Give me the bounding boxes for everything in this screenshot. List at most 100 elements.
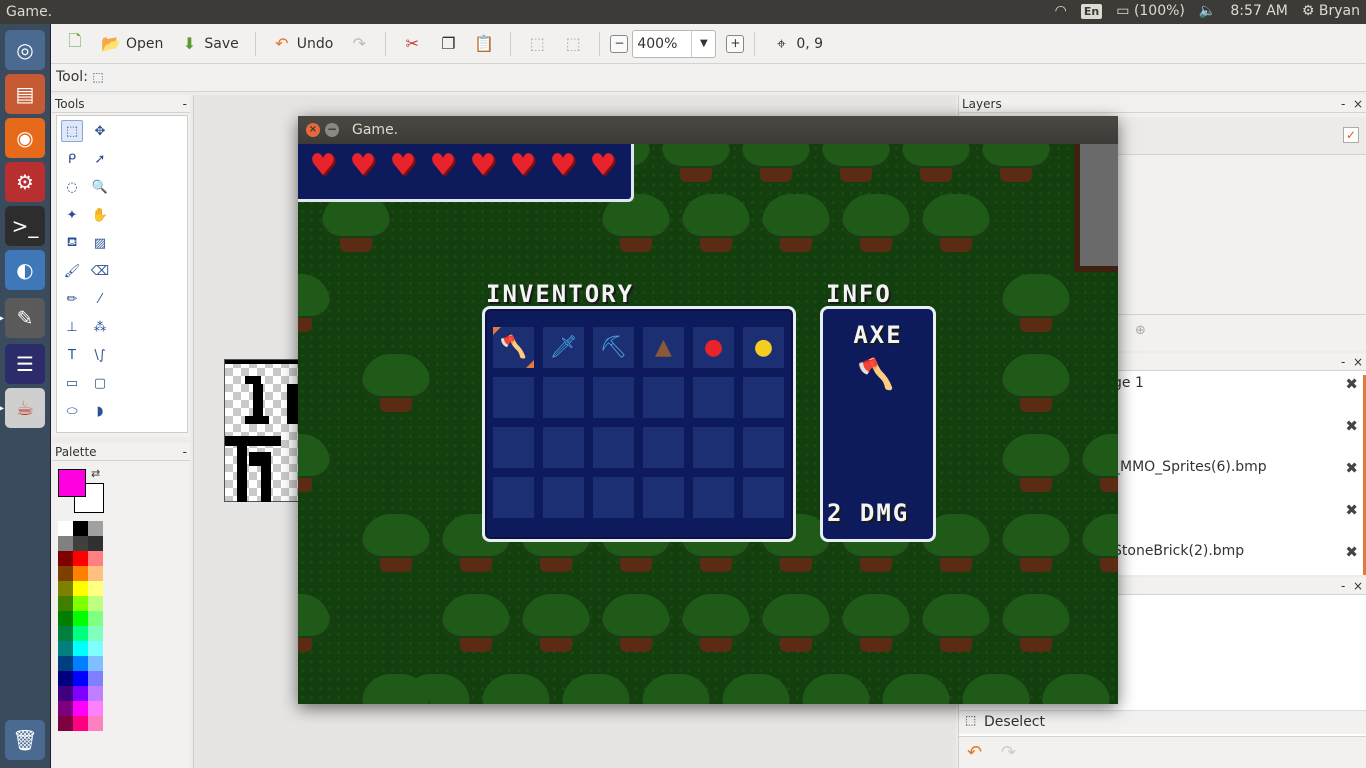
zoom-out-button[interactable]: − <box>610 34 629 53</box>
palette-color-swatch[interactable] <box>73 536 88 551</box>
inventory-slot[interactable] <box>493 427 534 468</box>
inventory-slot[interactable]: ▲ <box>643 327 684 368</box>
chevron-down-icon[interactable]: ▼ <box>691 30 715 57</box>
volume-icon[interactable]: 🔈 <box>1199 3 1216 19</box>
palette-color-swatch[interactable] <box>58 701 73 716</box>
palette-color-swatch[interactable] <box>73 686 88 701</box>
clone-stamp-tool-icon[interactable]: ⊥ <box>61 316 83 338</box>
palette-color-swatch[interactable] <box>88 671 103 686</box>
close-image-icon[interactable]: ✖ <box>1345 501 1358 519</box>
palette-color-swatch[interactable] <box>73 596 88 611</box>
ubuntu-logo-icon[interactable]: ◎ <box>5 30 45 70</box>
inventory-slot[interactable]: ⛏ <box>593 327 634 368</box>
palette-color-swatch[interactable] <box>73 611 88 626</box>
minimize-window-icon[interactable]: − <box>325 123 339 137</box>
palette-color-swatch[interactable] <box>73 641 88 656</box>
inventory-slot[interactable] <box>693 427 734 468</box>
paste-button[interactable]: 📋 <box>468 31 500 57</box>
zoom-tool-icon[interactable]: 🔍 <box>89 176 111 198</box>
collapse-icon[interactable]: - <box>1341 355 1345 369</box>
eraser-tool-icon[interactable]: ⌫ <box>89 260 111 282</box>
game-viewport[interactable]: ♥ ♥ ♥ ♥ ♥ ♥ ♥ ♥ INVENTORY INFO 🪓 🗡 ⛏ ▲ ● ● AXE 🪓 2 D… <box>298 144 1118 704</box>
inventory-slot[interactable] <box>493 377 534 418</box>
close-icon[interactable]: × <box>1353 355 1363 369</box>
pencil-tool-icon[interactable]: ✏ <box>61 288 83 310</box>
palette-color-swatch[interactable] <box>88 641 103 656</box>
inventory-slot[interactable] <box>743 377 784 418</box>
palette-color-swatch[interactable] <box>88 686 103 701</box>
close-image-icon[interactable]: ✖ <box>1345 375 1358 393</box>
inventory-slot[interactable] <box>593 427 634 468</box>
cut-button[interactable]: ✂ <box>396 31 428 57</box>
close-image-icon[interactable]: ✖ <box>1345 459 1358 477</box>
pinta-icon[interactable]: ✎ <box>0 298 45 338</box>
palette-color-swatch[interactable] <box>58 596 73 611</box>
palette-color-swatch[interactable] <box>73 551 88 566</box>
palette-color-swatch[interactable] <box>88 521 103 536</box>
inventory-slot[interactable] <box>743 427 784 468</box>
copy-button[interactable]: ❐ <box>432 31 464 57</box>
palette-color-swatch[interactable] <box>88 626 103 641</box>
magic-wand-tool-icon[interactable]: ✦ <box>61 204 83 226</box>
palette-color-swatch[interactable] <box>88 536 103 551</box>
eclipse-icon[interactable]: ☰ <box>5 344 45 384</box>
layer-visibility-checkbox[interactable]: ✓ <box>1343 127 1359 143</box>
save-button[interactable]: ⬇ Save <box>173 31 244 57</box>
palette-color-swatch[interactable] <box>88 701 103 716</box>
firefox-icon[interactable]: ◉ <box>5 118 45 158</box>
palette-color-swatch[interactable] <box>58 521 73 536</box>
collapse-icon[interactable]: - <box>183 445 187 459</box>
sprite-canvas[interactable] <box>224 359 301 502</box>
inventory-slot[interactable] <box>493 477 534 518</box>
palette-color-swatch[interactable] <box>73 581 88 596</box>
battery-indicator[interactable]: ▭ (100%) <box>1116 3 1185 19</box>
inventory-slot[interactable] <box>543 477 584 518</box>
close-window-icon[interactable]: × <box>306 123 320 137</box>
inventory-slot[interactable] <box>643 377 684 418</box>
crop-button[interactable]: ⬚ <box>521 31 553 57</box>
move-selection-tool-icon[interactable]: ➚ <box>89 148 111 170</box>
palette-color-swatch[interactable] <box>58 716 73 731</box>
palette-color-swatch[interactable] <box>88 596 103 611</box>
ellipse-tool-icon[interactable]: ⬭ <box>61 400 83 422</box>
palette-color-swatch[interactable] <box>58 656 73 671</box>
undo-button[interactable]: ↶ Undo <box>266 31 340 57</box>
zoom-in-button[interactable]: + <box>726 34 745 53</box>
remmina-icon[interactable]: ◐ <box>5 250 45 290</box>
inventory-slot[interactable] <box>643 477 684 518</box>
close-image-icon[interactable]: ✖ <box>1345 417 1358 435</box>
palette-color-swatch[interactable] <box>58 686 73 701</box>
palette-color-swatch[interactable] <box>73 566 88 581</box>
palette-color-swatch[interactable] <box>88 716 103 731</box>
palette-color-swatch[interactable] <box>88 551 103 566</box>
palette-color-swatch[interactable] <box>58 566 73 581</box>
palette-color-swatch[interactable] <box>58 536 73 551</box>
paint-bucket-tool-icon[interactable]: ⛾ <box>61 232 83 254</box>
inventory-slot[interactable]: 🗡 <box>543 327 584 368</box>
palette-color-swatch[interactable] <box>73 521 88 536</box>
game-window-titlebar[interactable]: × − Game. <box>298 116 1118 144</box>
settings-icon[interactable]: ⚙ <box>5 162 45 202</box>
inventory-slot[interactable] <box>643 427 684 468</box>
close-image-icon[interactable]: ✖ <box>1345 543 1358 561</box>
inventory-slot[interactable]: ● <box>693 327 734 368</box>
zoom-value[interactable]: 400% <box>633 31 691 57</box>
palette-color-swatch[interactable] <box>58 641 73 656</box>
inventory-slot[interactable] <box>543 427 584 468</box>
recolor-tool-icon[interactable]: ⁂ <box>89 316 111 338</box>
paintbrush-tool-icon[interactable]: 🖌 <box>61 260 83 282</box>
history-item[interactable]: ⬚ Deselect <box>959 710 1366 734</box>
freeform-shape-tool-icon[interactable]: ◗ <box>89 400 111 422</box>
rounded-rectangle-tool-icon[interactable]: ▢ <box>89 372 111 394</box>
gradient-tool-icon[interactable]: ▨ <box>89 232 111 254</box>
rectangle-tool-icon[interactable]: ▭ <box>61 372 83 394</box>
palette-color-swatch[interactable] <box>58 626 73 641</box>
pan-tool-icon[interactable]: ✋ <box>89 204 111 226</box>
deselect-button[interactable]: ⬚ <box>557 31 589 57</box>
wifi-icon[interactable]: ◠ <box>1055 3 1067 19</box>
text-tool-icon[interactable]: T <box>61 344 83 366</box>
inventory-slot[interactable]: 🪓 <box>493 327 534 368</box>
palette-color-swatch[interactable] <box>88 566 103 581</box>
collapse-icon[interactable]: - <box>1341 97 1345 111</box>
close-icon[interactable]: × <box>1353 97 1363 111</box>
